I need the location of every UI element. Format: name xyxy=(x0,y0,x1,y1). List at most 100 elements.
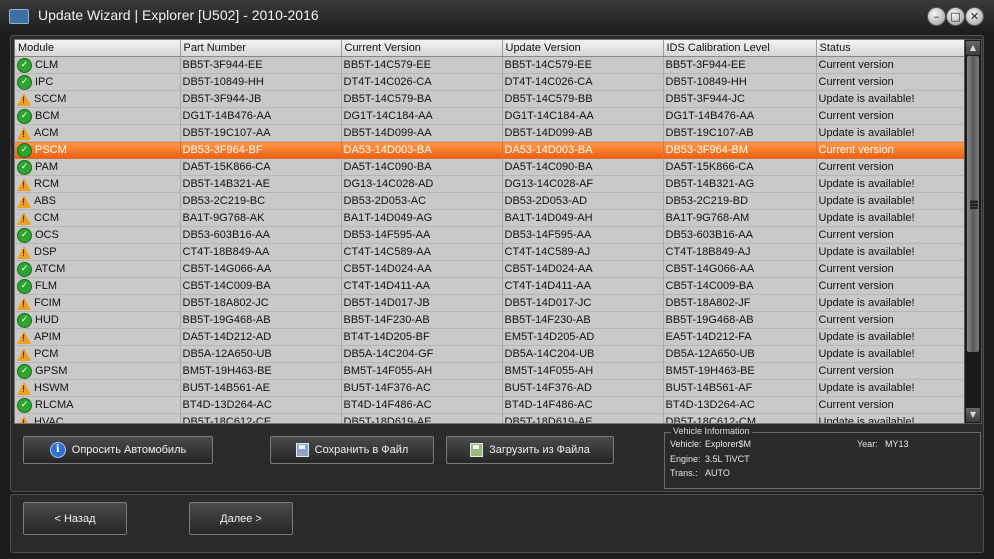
cell-module: ✓ PAM xyxy=(15,158,181,176)
year-label: Year: xyxy=(857,439,878,449)
check-icon: ✓ xyxy=(17,142,32,158)
cell-module: RCM xyxy=(15,175,181,193)
maximize-button[interactable]: □ xyxy=(946,7,965,26)
cell-ids-calibration: DG1T-14B476-AA xyxy=(663,107,817,125)
table-row[interactable]: ✓ HUD BB5T-19G468-AB BB5T-14F230-AB BB5T-14F… xyxy=(15,311,965,329)
cell-ids-calibration: BB5T-19G468-AB xyxy=(663,311,817,329)
cell-ids-calibration: DB53-603B16-AA xyxy=(663,226,817,244)
table-row[interactable]: FCIM DB5T-18A802-JCDB5T-14D017-JBDB5T-14D… xyxy=(15,294,965,312)
cell-module: SCCM xyxy=(15,90,181,108)
table-row[interactable]: ✓ ATCM CB5T-14G066-AA CB5T-14D024-AA CB5T-14… xyxy=(15,260,965,278)
column-header-status[interactable]: Status xyxy=(816,40,965,57)
module-name: HSWM xyxy=(34,382,69,394)
table-row[interactable]: ✓ PSCM DB53-3F964-BF DA53-14D003-BA DA53-14D… xyxy=(15,141,965,159)
cell-update-version: DB5A-14C204-UB xyxy=(502,345,664,363)
table-row[interactable]: ACM DB5T-19C107-AADB5T-14D099-AADB5T-14D0… xyxy=(15,124,965,142)
cell-part-number: BB5T-3F944-EE xyxy=(180,56,342,74)
module-cell-content: ABS xyxy=(17,194,179,208)
table-row[interactable]: SCCM DB5T-3F944-JBDB5T-14C579-BADB5T-14C5… xyxy=(15,90,965,108)
cell-status: Current version xyxy=(816,56,965,74)
back-button[interactable]: < Назад xyxy=(23,502,127,535)
module-cell-content: ✓ GPSM xyxy=(17,363,179,379)
close-button[interactable]: ✕ xyxy=(965,7,984,26)
scroll-up-arrow-icon[interactable]: ▲ xyxy=(966,41,980,55)
column-header-update-version[interactable]: Update Version xyxy=(502,40,664,57)
cell-status: Update is available! xyxy=(816,345,965,363)
query-vehicle-button[interactable]: i Опросить Автомобиль xyxy=(23,436,213,464)
query-vehicle-label: Опросить Автомобиль xyxy=(71,444,187,456)
vertical-scrollbar[interactable]: ▲ ▬ ▬ ▬ ▼ xyxy=(964,39,982,424)
table-row[interactable]: ✓ CLM BB5T-3F944-EE BB5T-14C579-EE BB5T-14C5… xyxy=(15,56,965,74)
cell-module: ✓ RLCMA xyxy=(15,396,181,414)
table-row[interactable]: ✓ FLM CB5T-14C009-BA CT4T-14D411-AA CT4T-14D… xyxy=(15,277,965,295)
table-row[interactable]: HSWM BU5T-14B561-AEBU5T-14F376-ACBU5T-14F… xyxy=(15,379,965,397)
table-row[interactable]: CCM BA1T-9G768-AKBA1T-14D049-AGBA1T-14D04… xyxy=(15,209,965,227)
table-row[interactable]: APIM DA5T-14D212-ADBT4T-14D205-BFEM5T-14D… xyxy=(15,328,965,346)
cell-update-version: DB53-2D053-AD xyxy=(502,192,664,210)
table-row[interactable]: ✓ PAM DA5T-15K866-CA DA5T-14C090-BA DA5T-14C… xyxy=(15,158,965,176)
module-cell-content: FCIM xyxy=(17,296,179,310)
cell-current-version: BM5T-14F055-AH xyxy=(341,362,503,380)
cell-ids-calibration: DB5A-12A650-UB xyxy=(663,345,817,363)
table-row[interactable]: ✓ BCM DG1T-14B476-AA DG1T-14C184-AA DG1T-14C… xyxy=(15,107,965,125)
table-row[interactable]: ✓ IPC DB5T-10849-HH DT4T-14C026-CA DT4T-14C0… xyxy=(15,73,965,91)
cell-current-version: DB53-14F595-AA xyxy=(341,226,503,244)
cell-status: Current version xyxy=(816,277,965,295)
cell-update-version: DA5T-14C090-BA xyxy=(502,158,664,176)
cell-ids-calibration: DB5T-10849-HH xyxy=(663,73,817,91)
minimize-button[interactable]: – xyxy=(927,7,946,26)
modules-table-container: Module Part Number Current Version Updat… xyxy=(14,39,966,424)
table-row[interactable]: ✓ RLCMA BT4D-13D264-AC BT4D-14F486-AC BT4D-1… xyxy=(15,396,965,414)
table-row[interactable]: ✓ GPSM BM5T-19H463-BE BM5T-14F055-AH BM5T-14… xyxy=(15,362,965,380)
vehicle-value: Explorer$M xyxy=(705,439,752,449)
cell-ids-calibration: CT4T-18B849-AJ xyxy=(663,243,817,261)
cell-module: FCIM xyxy=(15,294,181,312)
scroll-down-arrow-icon[interactable]: ▼ xyxy=(966,408,980,422)
info-icon: i xyxy=(49,442,66,458)
scroll-thumb[interactable]: ▬ ▬ ▬ xyxy=(967,56,979,352)
cell-current-version: BA1T-14D049-AG xyxy=(341,209,503,227)
cell-status: Current version xyxy=(816,396,965,414)
table-row[interactable]: ABS DB53-2C219-BCDB53-2D053-ACDB53-2D053-… xyxy=(15,192,965,210)
cell-update-version: DA53-14D003-BA xyxy=(502,141,664,159)
cell-part-number: BA1T-9G768-AK xyxy=(180,209,342,227)
table-row[interactable]: HVACDB5T-18C612-CEDB5T-18D619-AEDB5T-18D… xyxy=(15,413,965,424)
cell-current-version: DG13-14C028-AD xyxy=(341,175,503,193)
module-name: RLCMA xyxy=(35,399,74,411)
warning-icon xyxy=(17,92,31,106)
column-header-part-number[interactable]: Part Number xyxy=(180,40,342,57)
table-row[interactable]: DSP CT4T-18B849-AACT4T-14C589-AACT4T-14C5… xyxy=(15,243,965,261)
next-button[interactable]: Далее > xyxy=(189,502,293,535)
warning-icon xyxy=(17,211,31,225)
title-bar: Update Wizard | Explorer [U502] - 2010-2… xyxy=(0,0,994,32)
cell-update-version: EM5T-14D205-AD xyxy=(502,328,664,346)
cell-status: Current version xyxy=(816,158,965,176)
column-header-current-version[interactable]: Current Version xyxy=(341,40,503,57)
module-name: FLM xyxy=(35,280,57,292)
cell-ids-calibration: DB5T-3F944-JC xyxy=(663,90,817,108)
cell-update-version: DB5T-14C579-BB xyxy=(502,90,664,108)
module-name: GPSM xyxy=(35,365,68,377)
table-row[interactable]: RCM DB5T-14B321-AEDG13-14C028-ADDG13-14C0… xyxy=(15,175,965,193)
table-row[interactable]: ✓ OCS DB53-603B16-AA DB53-14F595-AA DB53-14F… xyxy=(15,226,965,244)
module-name: HUD xyxy=(35,314,59,326)
cell-module: DSP xyxy=(15,243,181,261)
check-icon: ✓ xyxy=(17,312,32,328)
column-header-ids-calibration[interactable]: IDS Calibration Level xyxy=(663,40,817,57)
module-name: ABS xyxy=(34,195,57,207)
cell-module: PCM xyxy=(15,345,181,363)
cell-part-number: DB5T-3F944-JB xyxy=(180,90,342,108)
cell-module: HSWM xyxy=(15,379,181,397)
cell-ids-calibration: DB5T-18C612-CM xyxy=(663,413,817,423)
column-header-module[interactable]: Module xyxy=(15,40,181,57)
cell-part-number: DA5T-15K866-CA xyxy=(180,158,342,176)
cell-ids-calibration: DB53-2C219-BD xyxy=(663,192,817,210)
load-from-file-button[interactable]: Загрузить из Файла xyxy=(446,436,614,464)
module-name: HVAC xyxy=(34,416,64,424)
cell-status: Update is available! xyxy=(816,90,965,108)
cell-module: ACM xyxy=(15,124,181,142)
table-row[interactable]: PCMDB5A-12A650-UBDB5A-14C204-GFDB5A-14C2… xyxy=(15,345,965,363)
cell-current-version: BU5T-14F376-AC xyxy=(341,379,503,397)
save-to-file-button[interactable]: Сохранить в Файл xyxy=(270,436,434,464)
cell-part-number: CB5T-14C009-BA xyxy=(180,277,342,295)
